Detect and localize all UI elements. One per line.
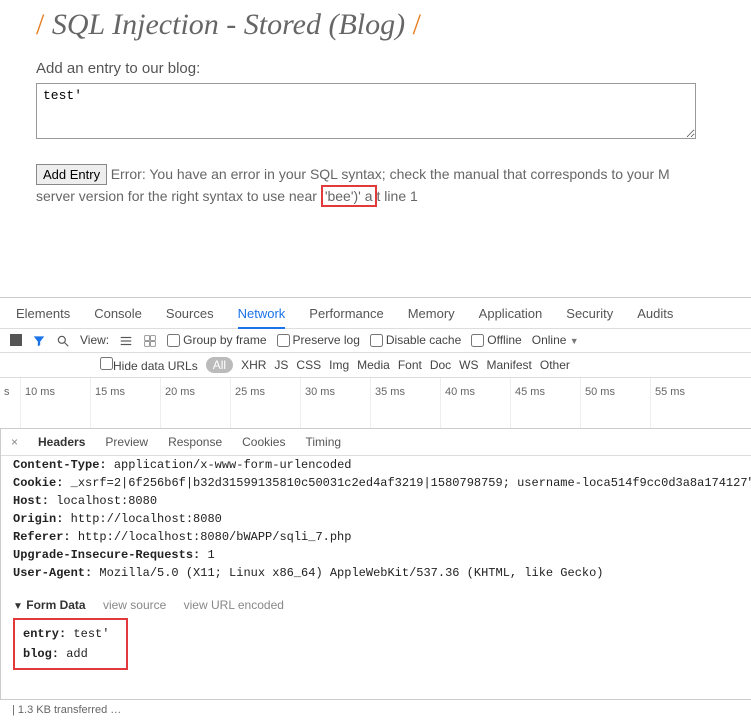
tab-console[interactable]: Console [94, 306, 142, 322]
tab-timing[interactable]: Timing [305, 435, 341, 449]
tab-memory[interactable]: Memory [408, 306, 455, 322]
tab-network[interactable]: Network [238, 306, 286, 329]
tab-audits[interactable]: Audits [637, 306, 673, 322]
sql-error-text: Error: You have an error in your SQL syn… [111, 166, 670, 182]
header-referer: Referer: http://localhost:8080/bWAPP/sql… [13, 528, 751, 546]
tab-headers[interactable]: Headers [38, 435, 85, 449]
status-bar: | 1.3 KB transferred … [0, 699, 751, 720]
search-icon[interactable] [56, 333, 70, 348]
request-details: × Headers Preview Response Cookies Timin… [1, 429, 751, 699]
timeline-tick: 55 ms [650, 378, 720, 428]
devtools-panel: Elements Console Sources Network Perform… [0, 297, 751, 720]
tab-performance[interactable]: Performance [309, 306, 383, 322]
filter-ws[interactable]: WS [459, 358, 478, 372]
form-blog: blog: add [23, 644, 118, 664]
timeline-tick: 10 ms [20, 378, 90, 428]
filter-js[interactable]: JS [274, 358, 288, 372]
network-toolbar: View: Group by frame Preserve log Disabl… [0, 329, 751, 353]
disable-cache-checkbox[interactable]: Disable cache [370, 333, 461, 347]
filter-font[interactable]: Font [398, 358, 422, 372]
view-grid-icon[interactable] [143, 333, 157, 348]
timeline-tick: 15 ms [90, 378, 160, 428]
filter-icon[interactable] [32, 333, 46, 348]
timeline-tick: 40 ms [440, 378, 510, 428]
header-host: Host: localhost:8080 [13, 492, 751, 510]
filter-manifest[interactable]: Manifest [487, 358, 532, 372]
tab-preview[interactable]: Preview [105, 435, 148, 449]
online-select[interactable]: Online ▼ [532, 333, 579, 347]
blog-prompt: Add an entry to our blog: [36, 60, 715, 77]
close-icon[interactable]: × [11, 435, 18, 449]
form-data-highlight-box: entry: test' blog: add [13, 618, 128, 670]
slash-icon: / [413, 8, 421, 41]
network-filter-row: Hide data URLs All XHR JS CSS Img Media … [0, 353, 751, 378]
devtools-tabs: Elements Console Sources Network Perform… [0, 298, 751, 329]
view-list-icon[interactable] [119, 333, 133, 348]
timeline-tick: s [0, 378, 20, 428]
filter-media[interactable]: Media [357, 358, 390, 372]
error-highlight-box: 'bee')' a [321, 185, 377, 207]
timeline-tick: 50 ms [580, 378, 650, 428]
header-content-type: Content-Type: application/x-www-form-url… [13, 456, 751, 474]
tab-cookies[interactable]: Cookies [242, 435, 285, 449]
timeline-tick: 45 ms [510, 378, 580, 428]
record-icon[interactable] [10, 334, 22, 346]
filter-other[interactable]: Other [540, 358, 570, 372]
timeline-tick: 35 ms [370, 378, 440, 428]
header-cookie: Cookie: _xsrf=2|6f256b6f|b32d31599135810… [13, 474, 751, 492]
filter-xhr[interactable]: XHR [241, 358, 266, 372]
group-by-frame-checkbox[interactable]: Group by frame [167, 333, 266, 347]
add-entry-button[interactable]: Add Entry [36, 164, 107, 185]
sql-error-text-2: server version for the right syntax to u… [36, 188, 418, 204]
tab-application[interactable]: Application [479, 306, 543, 322]
view-source-link[interactable]: view source [103, 598, 166, 612]
detail-tabs: × Headers Preview Response Cookies Timin… [1, 429, 751, 456]
filter-img[interactable]: Img [329, 358, 349, 372]
preserve-log-checkbox[interactable]: Preserve log [277, 333, 360, 347]
tab-response[interactable]: Response [168, 435, 222, 449]
network-timeline[interactable]: s 10 ms 15 ms 20 ms 25 ms 30 ms 35 ms 40… [0, 378, 751, 429]
entry-textarea[interactable] [36, 83, 696, 139]
header-uir: Upgrade-Insecure-Requests: 1 [13, 546, 751, 564]
tab-sources[interactable]: Sources [166, 306, 214, 322]
view-label: View: [80, 333, 109, 347]
timeline-tick: 20 ms [160, 378, 230, 428]
chevron-down-icon: ▼ [570, 336, 579, 346]
filter-css[interactable]: CSS [296, 358, 321, 372]
form-entry: entry: test' [23, 624, 118, 644]
tab-elements[interactable]: Elements [16, 306, 70, 322]
hide-data-urls-checkbox[interactable]: Hide data URLs [100, 357, 198, 373]
header-user-agent: User-Agent: Mozilla/5.0 (X11; Linux x86_… [13, 564, 751, 582]
view-url-encoded-link[interactable]: view URL encoded [184, 598, 284, 612]
header-origin: Origin: http://localhost:8080 [13, 510, 751, 528]
filter-all[interactable]: All [206, 357, 233, 373]
slash-icon: / [36, 8, 44, 41]
timeline-tick: 30 ms [300, 378, 370, 428]
page-title: / SQL Injection - Stored (Blog) / [36, 8, 715, 42]
tab-security[interactable]: Security [566, 306, 613, 322]
filter-doc[interactable]: Doc [430, 358, 451, 372]
triangle-down-icon: ▼ [13, 601, 23, 612]
timeline-tick: 25 ms [230, 378, 300, 428]
form-data-section-header[interactable]: ▼ Form Data view source view URL encoded [13, 594, 751, 616]
offline-checkbox[interactable]: Offline [471, 333, 521, 347]
